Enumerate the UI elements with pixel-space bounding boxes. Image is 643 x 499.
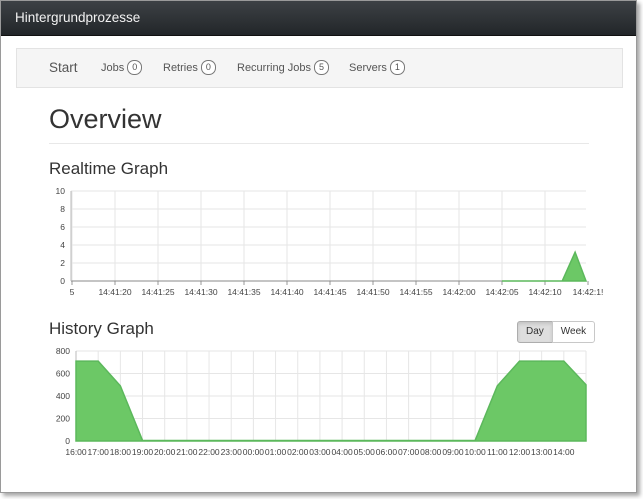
x-tick-label: 20:00 xyxy=(154,447,176,457)
history-chart: 0 200 400 600 800 16:00 17:00 18:00 19:00 20:00 21… xyxy=(56,346,587,457)
y-tick-label: 400 xyxy=(56,391,70,401)
x-tick-label: 04:00 xyxy=(331,447,353,457)
x-tick-label: 13:00 xyxy=(531,447,553,457)
x-tick-label: 02:00 xyxy=(287,447,309,457)
y-tick-label: 600 xyxy=(56,369,70,379)
x-tick-label: 01:00 xyxy=(265,447,287,457)
x-tick-label: 11:00 xyxy=(487,447,508,457)
y-tick-label: 800 xyxy=(56,346,70,356)
x-tick-label: 18:00 xyxy=(110,447,132,457)
x-tick-label: 12:00 xyxy=(509,447,531,457)
x-tick-label: 19:00 xyxy=(132,447,154,457)
x-tick-label: 10:00 xyxy=(464,447,486,457)
x-tick-label: 17:00 xyxy=(88,447,110,457)
x-tick-label: 03:00 xyxy=(309,447,331,457)
x-tick-label: 08:00 xyxy=(420,447,442,457)
x-tick-label: 00:00 xyxy=(243,447,265,457)
y-tick-label: 0 xyxy=(65,436,70,446)
y-tick-label: 200 xyxy=(56,414,70,424)
x-tick-label: 21:00 xyxy=(176,447,198,457)
x-tick-label: 23:00 xyxy=(221,447,243,457)
x-tick-label: 05:00 xyxy=(354,447,376,457)
x-tick-label: 16:00 xyxy=(65,447,87,457)
x-tick-label: 14:00 xyxy=(553,447,575,457)
app-window: Hintergrundprozesse Start Jobs 0 Retries 0… xyxy=(0,0,637,493)
x-tick-label: 22:00 xyxy=(198,447,220,457)
x-tick-label: 09:00 xyxy=(442,447,464,457)
x-tick-label: 06:00 xyxy=(376,447,398,457)
x-tick-label: 07:00 xyxy=(398,447,420,457)
